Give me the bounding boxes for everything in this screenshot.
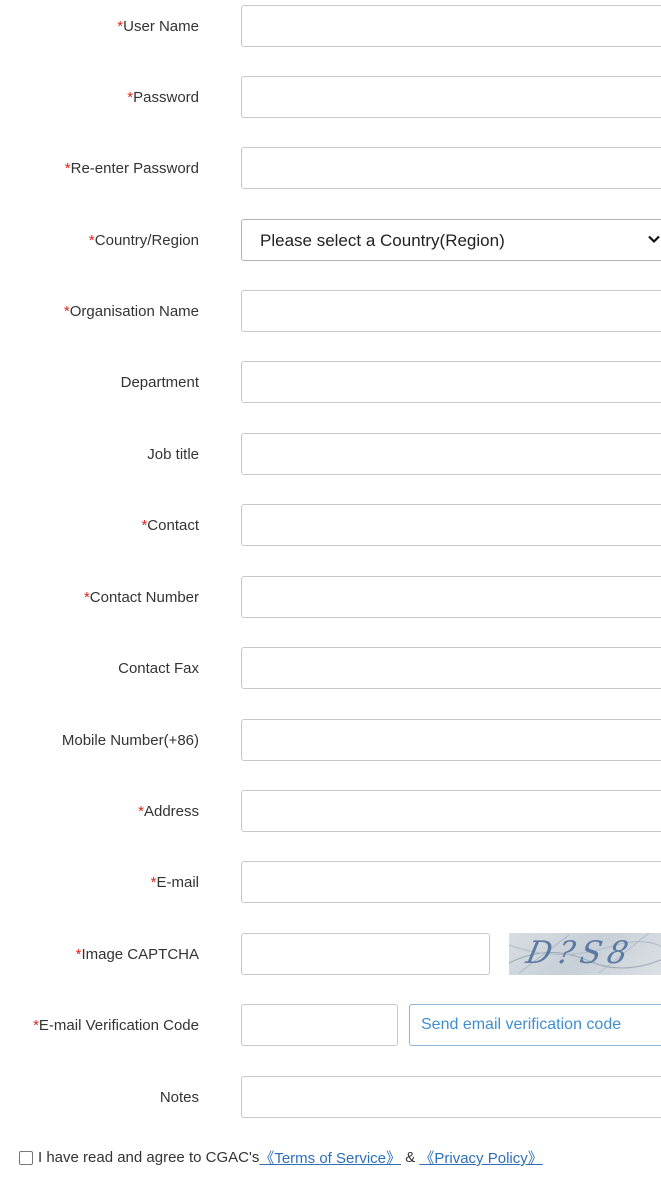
job-title-input[interactable] — [241, 433, 661, 475]
user-name-input[interactable] — [241, 5, 661, 47]
terms-of-service-link[interactable]: 《Terms of Service》 — [259, 1147, 401, 1168]
user-name-label: *User Name — [0, 18, 199, 36]
address-input[interactable] — [241, 790, 661, 832]
email-verification-code-label: *E-mail Verification Code — [0, 1017, 199, 1035]
email-verification-code-input[interactable] — [241, 1004, 398, 1046]
mobile-number-input[interactable] — [241, 719, 661, 761]
department-label-text: Department — [120, 374, 199, 391]
organisation-name-input[interactable] — [241, 290, 661, 332]
password-label: *Password — [0, 89, 199, 107]
agreement-text: I have read and agree to CGAC's — [38, 1149, 260, 1166]
agreement-row: I have read and agree to CGAC's 《Terms o… — [19, 1147, 543, 1168]
contact-fax-label: Contact Fax — [0, 660, 199, 678]
department-input[interactable] — [241, 361, 661, 403]
send-email-verification-code-button[interactable]: Send email verification code — [409, 1004, 661, 1046]
email-label-text: E-mail — [156, 874, 199, 891]
captcha-text: D?S8 — [523, 935, 638, 971]
notes-label-text: Notes — [159, 1089, 199, 1106]
contact-label-text: Contact — [147, 517, 199, 534]
country-region-label-text: Country/Region — [94, 232, 199, 249]
email-label: *E-mail — [0, 874, 199, 892]
contact-fax-input[interactable] — [241, 647, 661, 689]
re-enter-password-input[interactable] — [241, 147, 661, 189]
job-title-label-text: Job title — [147, 446, 199, 463]
contact-fax-label-text: Contact Fax — [118, 660, 199, 677]
country-region-label: *Country/Region — [0, 232, 199, 250]
image-captcha-label: *Image CAPTCHA — [0, 946, 199, 964]
contact-number-label-text: Contact Number — [89, 589, 199, 606]
country-region-select[interactable]: Please select a Country(Region) — [241, 219, 661, 261]
re-enter-password-label-text: Re-enter Password — [70, 160, 199, 177]
email-input[interactable] — [241, 861, 661, 903]
password-label-text: Password — [133, 89, 199, 106]
address-label-text: Address — [143, 803, 199, 820]
captcha-input[interactable] — [241, 933, 490, 975]
department-label: Department — [0, 374, 199, 392]
chevron-down-icon — [648, 235, 660, 244]
user-name-label-text: User Name — [123, 18, 199, 35]
job-title-label: Job title — [0, 446, 199, 464]
address-label: *Address — [0, 803, 199, 821]
contact-number-input[interactable] — [241, 576, 661, 618]
contact-input[interactable] — [241, 504, 661, 546]
agreement-checkbox[interactable] — [19, 1150, 33, 1165]
email-verification-code-label-text: E-mail Verification Code — [38, 1017, 199, 1034]
image-captcha-label-text: Image CAPTCHA — [81, 946, 199, 963]
password-input[interactable] — [241, 76, 661, 118]
captcha-image[interactable]: D?S8 — [509, 933, 661, 975]
contact-label: *Contact — [0, 517, 199, 535]
mobile-number-label: Mobile Number(+86) — [0, 732, 199, 750]
agreement-separator: & — [401, 1149, 420, 1166]
organisation-name-label: *Organisation Name — [0, 303, 199, 321]
country-select-value: Please select a Country(Region) — [260, 231, 505, 250]
mobile-number-label-text: Mobile Number(+86) — [61, 732, 199, 749]
notes-input[interactable] — [241, 1076, 661, 1118]
re-enter-password-label: *Re-enter Password — [0, 160, 199, 178]
contact-number-label: *Contact Number — [0, 589, 199, 607]
organisation-name-label-text: Organisation Name — [69, 303, 199, 320]
notes-label: Notes — [0, 1089, 199, 1107]
privacy-policy-link[interactable]: 《Privacy Policy》 — [419, 1147, 542, 1168]
